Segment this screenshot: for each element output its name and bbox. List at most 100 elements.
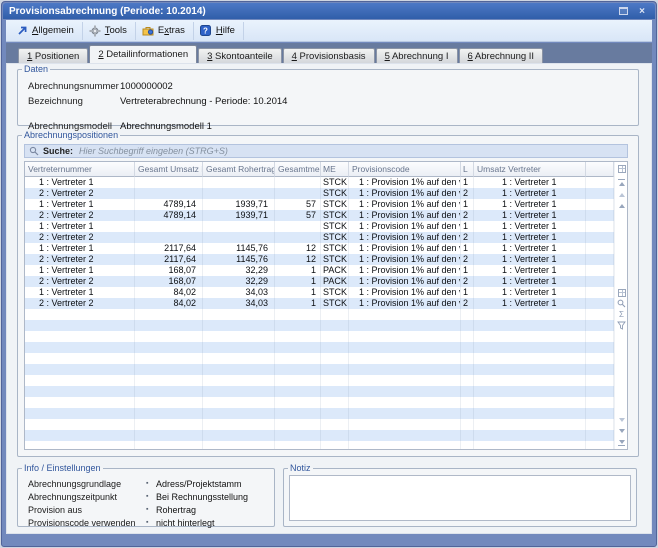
cell[interactable]: 1: [275, 265, 321, 276]
cell[interactable]: [203, 188, 275, 199]
column-header-vertreternummer[interactable]: Vertreternummer: [25, 162, 135, 177]
cell[interactable]: STCK: [321, 254, 349, 265]
filter-icon[interactable]: [615, 320, 628, 331]
cell[interactable]: 1: [461, 265, 474, 276]
cell[interactable]: STCK: [321, 298, 349, 309]
cell[interactable]: 12: [275, 254, 321, 265]
cell[interactable]: 1 : Vertreter 1: [474, 177, 586, 188]
cell[interactable]: 1 : Vertreter 1: [25, 199, 135, 210]
cell[interactable]: 2117,64: [135, 243, 203, 254]
cell[interactable]: 1: [275, 298, 321, 309]
cell[interactable]: 2: [461, 254, 474, 265]
cell[interactable]: 1: [275, 276, 321, 287]
scroll-top-icon[interactable]: [615, 178, 628, 189]
cell[interactable]: 1145,76: [203, 243, 275, 254]
table-row[interactable]: 2 : Vertreter 22117,641145,7612STCK1 : P…: [25, 254, 614, 265]
sum-icon[interactable]: Σ: [615, 309, 628, 320]
cell[interactable]: 1 : Vertreter 1: [25, 221, 135, 232]
cell[interactable]: 1: [461, 199, 474, 210]
view-grid-icon[interactable]: [615, 287, 628, 298]
cell[interactable]: 1 : Provision 1% auf den ve: [349, 221, 461, 232]
cell[interactable]: 1 : Vertreter 1: [474, 221, 586, 232]
cell[interactable]: 2: [461, 298, 474, 309]
cell[interactable]: [586, 199, 614, 210]
cell[interactable]: 1 : Vertreter 1: [474, 276, 586, 287]
cell[interactable]: 1 : Vertreter 1: [474, 210, 586, 221]
column-header-gesamtmenge[interactable]: Gesamtmenge: [275, 162, 321, 177]
table-row[interactable]: 1 : Vertreter 1STCK1 : Provision 1% auf …: [25, 221, 614, 232]
restore-button[interactable]: [616, 5, 630, 17]
cell[interactable]: 1 : Vertreter 1: [25, 287, 135, 298]
cell[interactable]: 1 : Vertreter 1: [474, 265, 586, 276]
cell[interactable]: 1 : Provision 1% auf den ve: [349, 265, 461, 276]
column-header-provisionscode[interactable]: Provisionscode: [349, 162, 461, 177]
cell[interactable]: 2: [461, 188, 474, 199]
cell[interactable]: 168,07: [135, 276, 203, 287]
cell[interactable]: 2 : Vertreter 2: [25, 210, 135, 221]
cell[interactable]: 168,07: [135, 265, 203, 276]
cell[interactable]: 2 : Vertreter 2: [25, 254, 135, 265]
close-button[interactable]: ×: [635, 5, 649, 17]
cell[interactable]: 1 : Vertreter 1: [25, 243, 135, 254]
cell[interactable]: 1 : Provision 1% auf den ve: [349, 276, 461, 287]
cell[interactable]: STCK: [321, 199, 349, 210]
cell[interactable]: 84,02: [135, 298, 203, 309]
scroll-bottom-icon[interactable]: [615, 436, 628, 447]
cell[interactable]: STCK: [321, 188, 349, 199]
cell[interactable]: [135, 177, 203, 188]
column-header-gesamt-rohertrag-eur[interactable]: Gesamt Rohertrag EUR: [203, 162, 275, 177]
cell[interactable]: 2 : Vertreter 2: [25, 298, 135, 309]
tab-skontoanteile[interactable]: 3 Skontoanteile: [198, 48, 282, 63]
table-row[interactable]: 2 : Vertreter 284,0234,031STCK1 : Provis…: [25, 298, 614, 309]
cell[interactable]: STCK: [321, 177, 349, 188]
cell[interactable]: 2 : Vertreter 2: [25, 188, 135, 199]
zoom-icon[interactable]: [615, 298, 628, 309]
cell[interactable]: 1: [275, 287, 321, 298]
cell[interactable]: 1 : Vertreter 1: [474, 188, 586, 199]
cell[interactable]: 84,02: [135, 287, 203, 298]
cell[interactable]: 1: [461, 287, 474, 298]
tab-abrechnung-ii[interactable]: 6 Abrechnung II: [459, 48, 544, 63]
tools-menu-button[interactable]: Tools: [83, 22, 136, 40]
cell[interactable]: 57: [275, 210, 321, 221]
cell[interactable]: 1 : Vertreter 1: [25, 177, 135, 188]
cell[interactable]: 1 : Vertreter 1: [25, 265, 135, 276]
cell[interactable]: [275, 221, 321, 232]
cell[interactable]: 2: [461, 232, 474, 243]
cell[interactable]: 1939,71: [203, 210, 275, 221]
cell[interactable]: 2 : Vertreter 2: [25, 276, 135, 287]
cell[interactable]: [586, 188, 614, 199]
cell[interactable]: 32,29: [203, 276, 275, 287]
cell[interactable]: 32,29: [203, 265, 275, 276]
cell[interactable]: [203, 232, 275, 243]
table-row[interactable]: 1 : Vertreter 184,0234,031STCK1 : Provis…: [25, 287, 614, 298]
cell[interactable]: 4789,14: [135, 199, 203, 210]
cell[interactable]: 34,03: [203, 298, 275, 309]
cell[interactable]: 1 : Provision 1% auf den ve: [349, 188, 461, 199]
tab-abrechnung-i[interactable]: 5 Abrechnung I: [376, 48, 458, 63]
scroll-down-icon[interactable]: [615, 425, 628, 436]
cell[interactable]: 1 : Provision 1% auf den ve: [349, 232, 461, 243]
cell[interactable]: [203, 221, 275, 232]
cell[interactable]: STCK: [321, 210, 349, 221]
cell[interactable]: [275, 188, 321, 199]
cell[interactable]: 1 : Provision 1% auf den ve: [349, 298, 461, 309]
cell[interactable]: 1 : Provision 1% auf den ve: [349, 199, 461, 210]
table-row[interactable]: 1 : Vertreter 1STCK1 : Provision 1% auf …: [25, 177, 614, 188]
cell[interactable]: [275, 177, 321, 188]
table-row[interactable]: 1 : Vertreter 12117,641145,7612STCK1 : P…: [25, 243, 614, 254]
cell[interactable]: 1 : Provision 1% auf den ve: [349, 243, 461, 254]
table-row[interactable]: 2 : Vertreter 2168,0732,291PACK1 : Provi…: [25, 276, 614, 287]
column-header-gesamt-umsatz-eur[interactable]: Gesamt Umsatz EUR: [135, 162, 203, 177]
cell[interactable]: STCK: [321, 243, 349, 254]
table-row[interactable]: 2 : Vertreter 2STCK1 : Provision 1% auf …: [25, 232, 614, 243]
column-header-l[interactable]: L: [461, 162, 474, 177]
scroll-up-icon[interactable]: [615, 200, 628, 211]
table-row[interactable]: 2 : Vertreter 2 STCK1 : Provision 1% auf …: [25, 188, 614, 199]
cell[interactable]: 1 : Provision 1% auf den ve: [349, 287, 461, 298]
cell[interactable]: [586, 243, 614, 254]
scroll-down-light-icon[interactable]: [615, 414, 628, 425]
cell[interactable]: 2117,64: [135, 254, 203, 265]
cell[interactable]: 2: [461, 210, 474, 221]
cell[interactable]: 2 : Vertreter 2: [25, 232, 135, 243]
